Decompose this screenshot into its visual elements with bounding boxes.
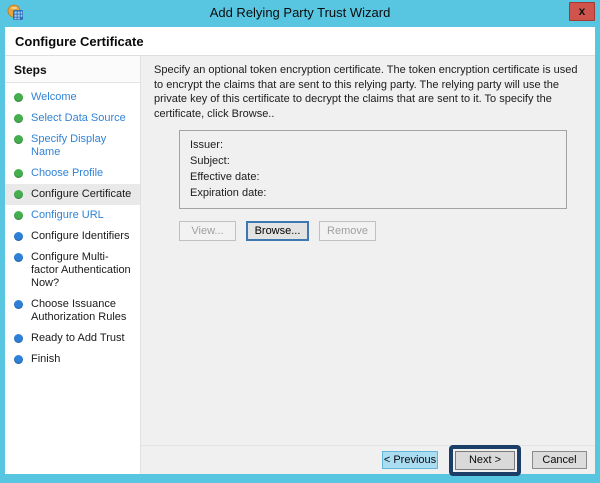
certificate-info-box: Issuer: Subject: Effective date: Expirat…: [179, 130, 567, 209]
step-label: Configure Multi-factor Authentication No…: [31, 251, 131, 289]
window-frame: Configure Certificate Steps Welcome Sele…: [5, 27, 595, 476]
wizard-window: Add Relying Party Trust Wizard x Configu…: [0, 0, 600, 483]
step-bullet-icon: [14, 355, 23, 364]
step-bullet-icon: [14, 232, 23, 241]
wizard-step-item: Ready to Add Trust: [5, 328, 140, 349]
browse-button[interactable]: Browse...: [246, 221, 309, 241]
step-label: Choose Profile: [31, 167, 104, 179]
view-button: View...: [179, 221, 236, 241]
wizard-step-item: Configure Certificate: [5, 184, 140, 205]
step-label: Configure Identifiers: [31, 230, 130, 242]
wizard-step-item[interactable]: Configure URL: [5, 205, 140, 226]
step-label: Welcome: [31, 91, 77, 103]
window-title: Add Relying Party Trust Wizard: [209, 5, 391, 20]
main-pane: Specify an optional token encryption cer…: [141, 56, 595, 476]
step-label: Configure Certificate: [31, 188, 132, 200]
step-label: Finish: [31, 353, 61, 365]
cancel-button[interactable]: Cancel: [532, 451, 587, 469]
step-label: Choose Issuance Authorization Rules: [31, 298, 127, 323]
step-bullet-icon: [14, 114, 23, 123]
expiration-date-label: Expiration date:: [190, 187, 267, 199]
close-button[interactable]: x: [569, 2, 595, 21]
step-label: Specify Display Name: [31, 133, 107, 158]
wizard-step-item[interactable]: Choose Profile: [5, 163, 140, 184]
previous-button[interactable]: < Previous: [382, 451, 438, 469]
effective-date-label: Effective date:: [190, 171, 260, 183]
remove-button: Remove: [319, 221, 376, 241]
wizard-step-item: Finish: [5, 349, 140, 370]
step-bullet-icon: [14, 300, 23, 309]
wizard-step-item: Configure Multi-factor Authentication No…: [5, 247, 140, 294]
next-button-highlight-annotation: Next >: [449, 444, 521, 476]
step-bullet-icon: [14, 190, 23, 199]
steps-heading: Steps: [5, 56, 140, 83]
step-bullet-icon: [14, 211, 23, 220]
instruction-text: Specify an optional token encryption cer…: [154, 64, 578, 120]
wizard-steps-list: Welcome Select Data Source Specify Displ…: [5, 87, 140, 370]
step-bullet-icon: [14, 169, 23, 178]
next-button[interactable]: Next >: [455, 450, 515, 470]
wizard-step-item[interactable]: Select Data Source: [5, 108, 140, 129]
step-bullet-icon: [14, 334, 23, 343]
step-label: Ready to Add Trust: [31, 332, 125, 344]
step-label: Configure URL: [31, 209, 104, 221]
subject-label: Subject:: [190, 155, 230, 167]
wizard-step-item: Configure Identifiers: [5, 226, 140, 247]
issuer-label: Issuer:: [190, 139, 224, 151]
steps-sidebar: Steps Welcome Select Data Source Specify…: [5, 56, 141, 474]
wizard-step-item[interactable]: Welcome: [5, 87, 140, 108]
step-label: Select Data Source: [31, 112, 126, 124]
title-bar: Add Relying Party Trust Wizard x: [0, 0, 600, 27]
wizard-step-item[interactable]: Specify Display Name: [5, 129, 140, 163]
page-title: Configure Certificate: [5, 27, 595, 56]
footer-button-bar: < Previous Next > Cancel: [141, 444, 595, 476]
wizard-step-item: Choose Issuance Authorization Rules: [5, 294, 140, 328]
step-bullet-icon: [14, 253, 23, 262]
step-bullet-icon: [14, 135, 23, 144]
step-bullet-icon: [14, 93, 23, 102]
